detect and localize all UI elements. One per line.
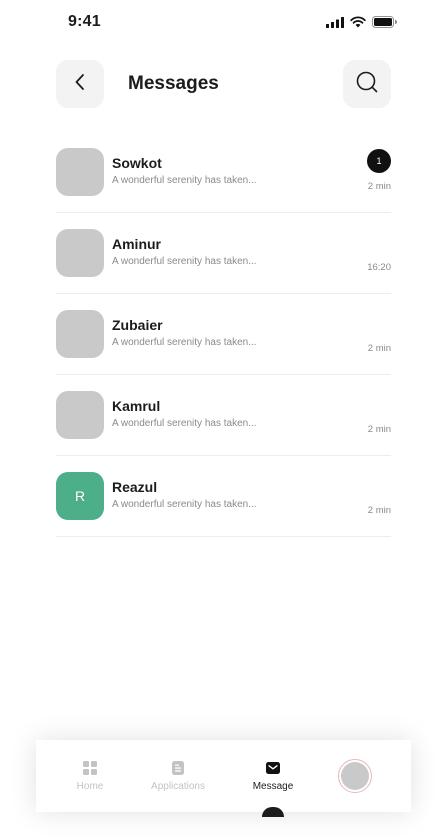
message-time: 2 min <box>367 181 391 192</box>
message-item-kamrul[interactable]: Kamrul A wonderful serenity has taken...… <box>56 375 391 456</box>
message-list: Sowkot A wonderful serenity has taken...… <box>56 132 391 537</box>
nav-label: Home <box>76 781 104 792</box>
grid-icon <box>83 761 97 775</box>
avatar <box>56 229 104 277</box>
nav-label: Message <box>252 781 294 792</box>
avatar: R <box>56 472 104 520</box>
message-item-zubaier[interactable]: Zubaier A wonderful serenity has taken..… <box>56 294 391 375</box>
nav-label: Applications <box>151 781 205 792</box>
avatar <box>56 148 104 196</box>
avatar <box>56 310 104 358</box>
search-icon <box>355 70 379 99</box>
message-preview: A wonderful serenity has taken... <box>112 418 257 429</box>
contact-name: Sowkot <box>112 155 162 171</box>
message-time: 2 min <box>367 505 391 516</box>
message-time: 2 min <box>367 343 391 354</box>
nav-item-profile[interactable] <box>338 740 372 812</box>
bottom-nav: Home Applications Message <box>36 740 411 812</box>
message-item-aminur[interactable]: Aminur A wonderful serenity has taken...… <box>56 213 391 294</box>
message-time: 16:20 <box>367 262 391 273</box>
avatar <box>56 391 104 439</box>
profile-avatar-image <box>341 762 369 790</box>
contact-name: Reazul <box>112 479 158 495</box>
header: Messages <box>56 60 391 108</box>
battery-icon <box>372 15 397 33</box>
page-title: Messages <box>128 73 219 94</box>
message-preview: A wonderful serenity has taken... <box>112 256 257 267</box>
envelope-icon <box>266 761 280 775</box>
message-preview: A wonderful serenity has taken... <box>112 499 257 510</box>
status-icons <box>326 15 397 33</box>
nav-item-home[interactable]: Home <box>66 740 114 812</box>
contact-name: Aminur <box>112 236 161 252</box>
message-preview: A wonderful serenity has taken... <box>112 175 257 186</box>
document-icon <box>172 761 184 775</box>
message-preview: A wonderful serenity has taken... <box>112 337 257 348</box>
signal-icon <box>326 15 344 33</box>
search-button[interactable] <box>343 60 391 108</box>
contact-name: Zubaier <box>112 317 163 333</box>
message-item-reazul[interactable]: R Reazul A wonderful serenity has taken.… <box>56 456 391 537</box>
wifi-icon <box>350 15 366 33</box>
nav-item-applications[interactable]: Applications <box>144 740 212 812</box>
status-time: 9:41 <box>68 13 101 30</box>
unread-badge: 1 <box>367 149 391 173</box>
nav-item-message[interactable]: Message <box>242 740 304 812</box>
status-bar: 9:41 <box>0 0 447 44</box>
chevron-left-icon <box>74 73 86 96</box>
back-button[interactable] <box>56 60 104 108</box>
message-time: 2 min <box>367 424 391 435</box>
message-item-sowkot[interactable]: Sowkot A wonderful serenity has taken...… <box>56 132 391 213</box>
profile-avatar <box>338 759 372 793</box>
contact-name: Kamrul <box>112 398 161 414</box>
